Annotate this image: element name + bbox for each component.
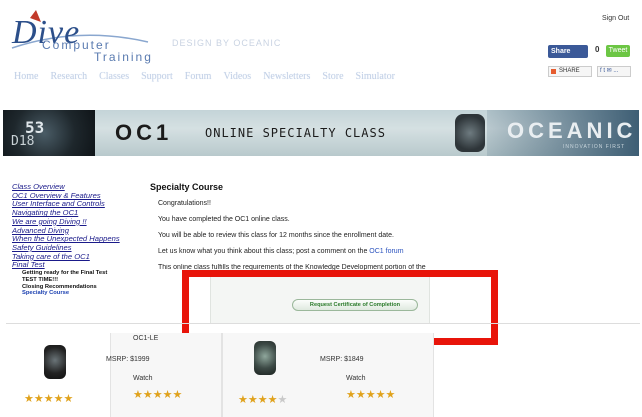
sidebar-subitem-test-time[interactable]: TEST TIME!!! [12,277,142,284]
header-slogan: DESIGN BY OCEANIC [172,38,282,48]
dive-computer-training-logo[interactable]: Dive Computer Training [8,8,158,64]
sidebar-link-final-test[interactable]: Final Test [12,261,142,270]
product-name[interactable]: OC1-LE [133,335,158,342]
product-type: Watch [133,375,153,382]
nav-item-forum[interactable]: Forum [185,71,212,82]
nav-item-research[interactable]: Research [50,71,87,82]
oceanic-brand-logo: OCEANIC [507,118,637,143]
product-card-oc1-le[interactable] [110,333,222,417]
oceanic-brand-tagline: INNOVATION FIRST [563,144,626,150]
rating-star-empty: ★ [277,394,288,406]
sidebar-subitem-specialty-course[interactable]: Specialty Course [12,290,142,297]
rating-stars-filled: ★★★★ [238,394,278,406]
banner-product-name: OC1 [115,120,173,145]
class-outline-sidebar: Class Overview OC1 Overview & Features U… [12,182,142,297]
sidebar-subitem-getting-ready[interactable]: Getting ready for the Final Test [12,270,142,277]
product-price: MSRP: $1999 [106,356,150,363]
review-period-text: You will be able to review this class fo… [158,232,394,239]
forum-invite-prefix: Let us know what you think about this cl… [158,248,370,255]
banner-class-title: ONLINE SPECIALTY CLASS [205,126,386,140]
oc1-le-watch-image[interactable] [44,345,66,379]
oc1-class-banner: 53 D18 OC1 ONLINE SPECIALTY CLASS OCEANI… [3,110,639,156]
watch-thumbnail-image [455,114,485,152]
rating-stars: ★★★★★ [346,389,396,401]
logo-training-text: Training [94,50,153,64]
nav-item-newsletters[interactable]: Newsletters [263,71,310,82]
nav-item-support[interactable]: Support [141,71,173,82]
oc1-watch-image[interactable] [254,341,276,375]
site-header: Dive Computer Training DESIGN BY OCEANIC… [0,0,642,108]
completion-text: You have completed the OC1 online class. [158,216,290,223]
page-title: Specialty Course [150,182,224,192]
rating-stars: ★★★★★ [133,389,183,401]
rating-stars: ★★★★★ [24,393,74,405]
oc1-forum-link[interactable]: OC1 forum [369,248,403,255]
share-service-icons[interactable]: f t ✉ ... [597,66,631,77]
nav-item-simulator[interactable]: Simulator [356,71,395,82]
lesson-content: Specialty Course Congratulations!! You h… [150,182,490,278]
nav-item-home[interactable]: Home [14,71,38,82]
sign-out-link[interactable]: Sign Out [602,15,629,22]
nav-item-store[interactable]: Store [322,71,343,82]
watch-closeup-image: 53 D18 [3,110,95,156]
facebook-share-count: 0 [595,45,600,54]
sidebar-subitem-closing[interactable]: Closing Recommendations [12,284,142,291]
addthis-share-button[interactable]: SHARE [548,66,592,77]
nav-item-videos[interactable]: Videos [223,71,251,82]
watch-digits-bottom: D18 [11,134,35,149]
facebook-share-button[interactable]: Share [548,45,588,58]
tweet-button[interactable]: Tweet [606,45,630,57]
congratulations-text: Congratulations!! [158,200,211,207]
main-nav: Home Research Classes Support Forum Vide… [14,71,407,82]
rating-stars: ★★★★★ [238,393,287,406]
nav-item-classes[interactable]: Classes [99,71,129,82]
forum-invite-text: Let us know what you think about this cl… [158,248,490,256]
product-type: Watch [346,375,366,382]
product-price: MSRP: $1849 [320,356,364,363]
